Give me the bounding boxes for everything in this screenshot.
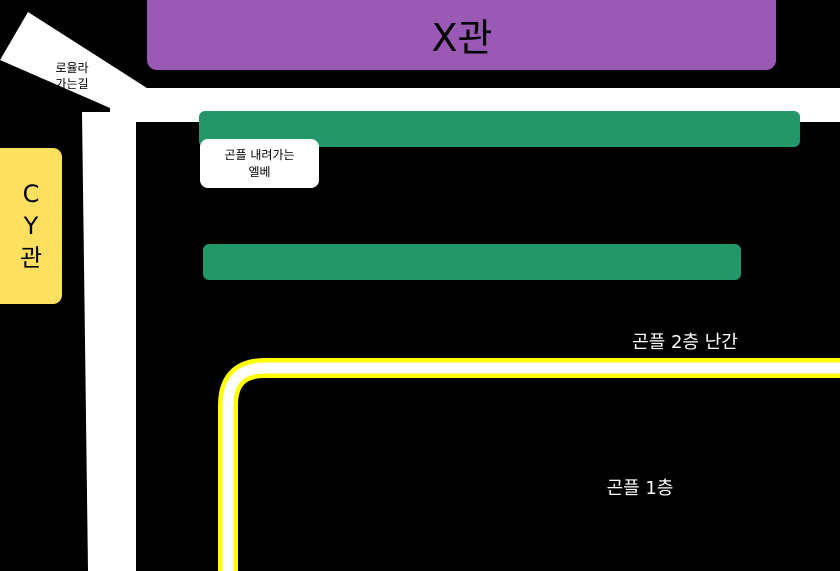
elevator-label-line-2: 엘베 — [248, 164, 271, 179]
road-label-line-2: 가는길 — [55, 77, 89, 91]
road-vertical — [82, 112, 136, 571]
railing-inner-band — [222, 362, 840, 571]
building-cy-label-line-2: Y — [23, 212, 39, 240]
building-cy-label-line-1: C — [22, 180, 40, 208]
road-label: 로율라 가는길 — [40, 60, 104, 92]
road-label-line-1: 로율라 — [55, 61, 89, 75]
campus-map — [0, 0, 840, 571]
building-cy-label: C Y 관 — [0, 148, 62, 304]
railing-label: 곤플 2층 난간 — [632, 332, 738, 353]
floor1-label: 곤플 1층 — [606, 478, 674, 499]
building-x-label: X관 — [431, 15, 493, 60]
railing-outline — [218, 358, 840, 571]
stairs-bar-lower — [203, 244, 741, 280]
elevator-label-line-1: 곤플 내려가는 — [224, 147, 295, 162]
elevator-label: 곤플 내려가는 엘베 — [200, 139, 319, 188]
building-cy-label-line-3: 관 — [19, 244, 43, 272]
